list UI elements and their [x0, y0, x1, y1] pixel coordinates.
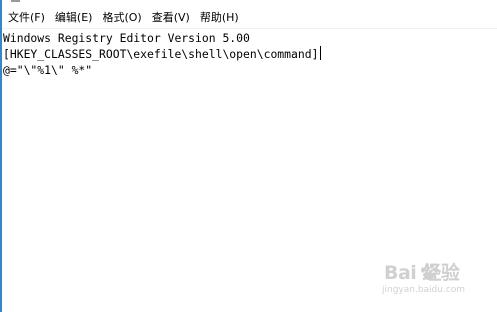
watermark-url: jingyan.baidu.com — [382, 285, 466, 295]
text-line-3: @="\"%1\" %*" — [3, 63, 93, 77]
menu-view[interactable]: 查看(V) — [148, 8, 194, 28]
menu-help[interactable]: 帮助(H) — [196, 8, 243, 28]
editor-content[interactable]: Windows Registry Editor Version 5.00 [HKE… — [3, 30, 322, 78]
menu-bar: 文件(F) 编辑(E) 格式(O) 查看(V) 帮助(H) — [2, 8, 497, 28]
menu-format[interactable]: 格式(O) — [98, 8, 145, 28]
notepad-window: 文件(F) 编辑(E) 格式(O) 查看(V) 帮助(H) Windows Re… — [0, 0, 497, 312]
menu-edit[interactable]: 编辑(E) — [51, 8, 97, 28]
baidu-paw-icon — [421, 263, 438, 280]
text-line-2-content: [HKEY_CLASSES_ROOT\exefile\shell\open\co… — [3, 47, 319, 61]
app-icon — [11, 0, 20, 2]
text-line-1: Windows Registry Editor Version 5.00 — [3, 31, 250, 45]
text-caret — [320, 46, 322, 60]
menu-file[interactable]: 文件(F) — [4, 8, 49, 28]
baidu-watermark: Bai 经验 jingyan.baidu.com — [380, 258, 490, 304]
text-line-2: [HKEY_CLASSES_ROOT\exefile\shell\open\co… — [3, 46, 322, 62]
title-bar — [0, 0, 497, 7]
